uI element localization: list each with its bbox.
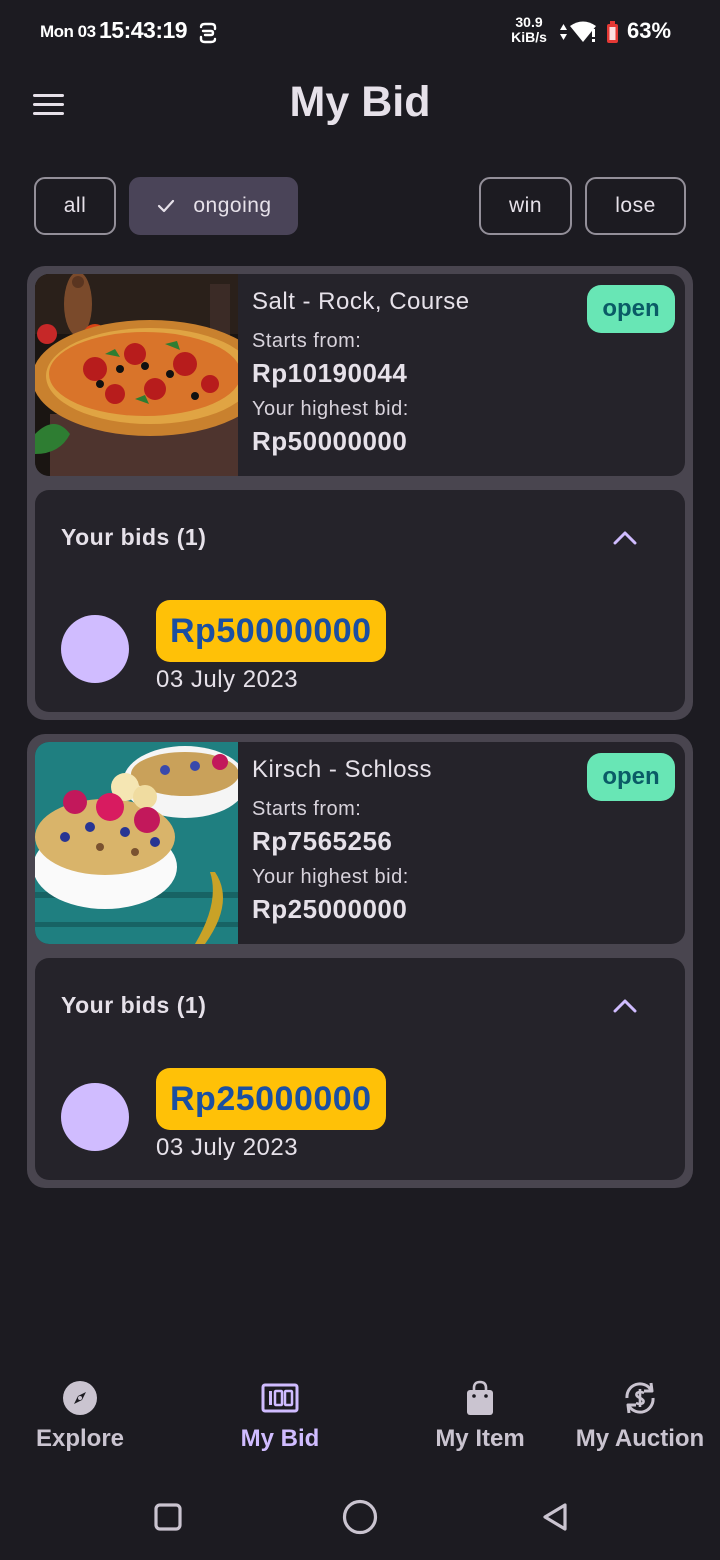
status-bar: Mon 03 15:43:19 30.9 KiB/s 63% [0, 0, 720, 64]
bid-amount-badge: Rp50000000 [156, 600, 386, 662]
nav-label: My Bid [240, 1425, 320, 1452]
highest-bid-value: Rp50000000 [252, 426, 408, 456]
square-icon [154, 1503, 182, 1531]
battery-percentage: 63% [627, 18, 672, 43]
nav-explore[interactable]: Explore [20, 1366, 140, 1466]
your-bids-panel: Your bids (1) Rp25000000 03 July 2023 [35, 958, 685, 1180]
avatar [61, 615, 129, 683]
data-arrows-icon [560, 24, 567, 40]
bid-date: 03 July 2023 [156, 666, 299, 693]
starts-from-label: Starts from: [252, 798, 362, 820]
status-badge: open [587, 753, 675, 801]
triangle-back-icon [543, 1503, 567, 1531]
status-time: 15:43:19 [99, 17, 188, 43]
starts-from-value: Rp7565256 [252, 826, 393, 856]
bid-card[interactable]: Kirsch - Schloss open Starts from: Rp756… [27, 734, 693, 1188]
filter-chip-ongoing[interactable]: ongoing [129, 177, 298, 235]
battery-saver-icon [607, 21, 618, 43]
back-button[interactable] [530, 1492, 580, 1542]
item-summary[interactable]: Kirsch - Schloss open Starts from: Rp756… [35, 742, 685, 944]
page-title: My Bid [289, 78, 431, 126]
your-bids-header: Your bids (1) [61, 524, 207, 550]
connectivity-icons [560, 21, 618, 43]
item-image-granola-bowl [35, 742, 238, 944]
nav-label: My Auction [575, 1425, 705, 1452]
item-name: Salt - Rock, Course [252, 288, 470, 315]
nav-my-auction[interactable]: My Auction [570, 1366, 710, 1466]
your-bids-panel: Your bids (1) Rp50000000 03 July 2023 [35, 490, 685, 712]
shopping-bag-icon [467, 1380, 493, 1415]
highest-bid-label: Your highest bid: [252, 866, 409, 888]
highest-bid-value: Rp25000000 [252, 894, 408, 924]
your-bids-header: Your bids (1) [61, 992, 207, 1018]
item-image-pizza [35, 274, 238, 476]
circle-icon [342, 1499, 378, 1535]
avatar [61, 1083, 129, 1151]
starts-from-label: Starts from: [252, 330, 362, 352]
home-button[interactable] [335, 1492, 385, 1542]
compass-icon [63, 1381, 97, 1415]
chevron-up-icon[interactable] [607, 523, 643, 553]
network-speed-unit: KiB/s [511, 29, 547, 45]
nav-my-bid[interactable]: My Bid [220, 1366, 340, 1466]
filter-chip-all[interactable]: all [34, 177, 116, 235]
filter-chip-label: ongoing [193, 194, 272, 217]
nav-label: My Item [435, 1425, 525, 1452]
network-speed-value: 30.9 [515, 14, 543, 30]
nav-label: Explore [35, 1425, 125, 1452]
bid-date: 03 July 2023 [156, 1134, 299, 1161]
wifi-alert-icon [570, 21, 596, 42]
status-date: Mon 03 [40, 22, 96, 41]
filter-chip-label: all [63, 194, 87, 217]
highest-bid-label: Your highest bid: [252, 398, 409, 420]
filter-chip-label: lose [615, 194, 656, 217]
bid-card[interactable]: Salt - Rock, Course open Starts from: Rp… [27, 266, 693, 720]
system-navigation-bar [0, 1476, 720, 1560]
chevron-up-icon[interactable] [607, 991, 643, 1021]
starts-from-value: Rp10190044 [252, 358, 408, 388]
bid-amount-badge: Rp25000000 [156, 1068, 386, 1130]
bid-100-icon [261, 1383, 299, 1413]
item-summary[interactable]: Salt - Rock, Course open Starts from: Rp… [35, 274, 685, 476]
item-name: Kirsch - Schloss [252, 756, 433, 783]
status-badge: open [587, 285, 675, 333]
check-icon [158, 199, 175, 213]
nav-my-item[interactable]: My Item [420, 1366, 540, 1466]
recent-apps-button[interactable] [143, 1492, 193, 1542]
filter-chip-label: win [508, 194, 542, 217]
filter-chip-win[interactable]: win [479, 177, 572, 235]
bottom-navigation: Explore My Bid My Item My Auction [0, 1366, 720, 1466]
network-speed: 30.9 KiB/s [507, 15, 551, 45]
currency-exchange-icon [625, 1382, 655, 1414]
sync-icon [199, 22, 217, 44]
filter-chip-lose[interactable]: lose [585, 177, 686, 235]
